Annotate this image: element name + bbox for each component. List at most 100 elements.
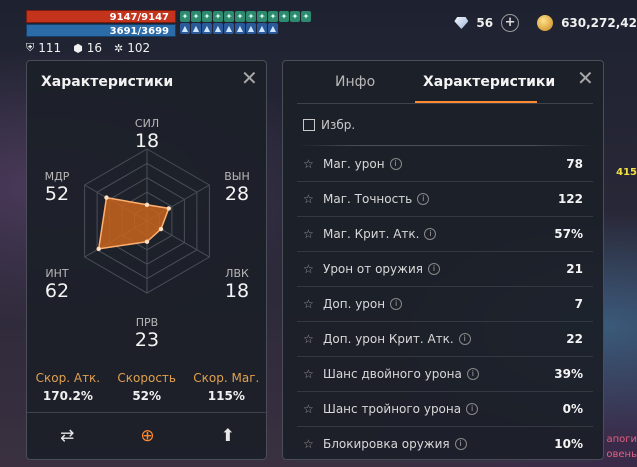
star-icon[interactable]: ☆ — [303, 297, 321, 311]
buff-icon[interactable]: ▲ — [224, 23, 234, 34]
close-icon[interactable]: ✕ — [241, 68, 258, 88]
star-icon[interactable]: ☆ — [303, 157, 321, 171]
buff-icon[interactable]: ▲ — [246, 23, 256, 34]
star-icon[interactable]: ☆ — [303, 227, 321, 241]
stat-value: 22 — [566, 332, 583, 346]
stat-value: 78 — [566, 157, 583, 171]
radar-point — [144, 239, 150, 244]
stat-name: Урон от оружия — [323, 262, 423, 276]
stat-row[interactable]: ☆ Шанс тройного урона i 0% — [297, 392, 593, 427]
stat-list: ☆ Маг. урон i 78 ☆ Маг. Точность i 122 ☆ Маг. Кри… — [297, 147, 593, 462]
info-icon[interactable]: i — [466, 403, 479, 415]
buff-icon[interactable]: ✦ — [191, 11, 201, 22]
star-icon[interactable]: ☆ — [303, 332, 321, 346]
gem-count: 56 — [476, 16, 494, 30]
gem-icon — [454, 17, 469, 29]
radar-point — [104, 195, 109, 200]
stat-name: Шанс двойного урона — [323, 367, 462, 381]
buff-icon[interactable]: ✦ — [202, 11, 212, 22]
info-icon[interactable]: i — [427, 263, 440, 275]
stat-row[interactable]: ☆ Шанс двойного урона i 39% — [297, 357, 593, 392]
buff-icon[interactable]: ▲ — [235, 23, 245, 34]
rank-stat: ⬢ 16 — [73, 41, 103, 55]
badge-icon: ⬢ — [73, 41, 83, 55]
stat-name: Шанс тройного урона — [323, 402, 462, 416]
panel-actions: ⇄ ⊕ ⬆ — [27, 412, 268, 459]
hud-stats: ⛨ 111 ⬢ 16 ✲ 102 — [26, 41, 150, 55]
star-icon[interactable]: ☆ — [303, 262, 321, 276]
buff-icon[interactable]: ▲ — [202, 23, 212, 34]
buff-icon[interactable]: ▲ — [257, 23, 267, 34]
stat-row[interactable]: ☆ Маг. урон i 78 — [297, 147, 593, 182]
buff-icon[interactable]: ✦ — [279, 11, 289, 22]
stat-label-per: ПРВ — [135, 316, 159, 329]
close-icon[interactable]: ✕ — [577, 68, 594, 88]
stat-name: Маг. Крит. Атк. — [323, 227, 420, 241]
buff-icon[interactable]: ▲ — [268, 23, 278, 34]
stat-row[interactable]: ☆ Маг. Точность i 122 — [297, 182, 593, 217]
stat-value-dex: 18 — [224, 280, 250, 302]
speed-stats: Скор. Атк. 170.2% Скорость 52% Скор. Маг… — [27, 371, 268, 403]
details-panel: Инфо Характеристики ✕ Избр. ☆ Маг. урон i 7… — [282, 60, 604, 462]
info-icon[interactable]: i — [389, 158, 402, 170]
stat-row[interactable]: ☆ Доп. урон Крит. Атк. i 22 — [297, 322, 593, 357]
defense-stat: ⛨ 111 — [26, 41, 62, 55]
world-chat-text: овень — [606, 449, 637, 460]
gold-count: 630,272,42 — [561, 16, 637, 30]
buff-icon[interactable]: ✦ — [257, 11, 267, 22]
stat-name: Блокировка оружия — [323, 437, 450, 451]
info-icon[interactable]: i — [458, 333, 471, 345]
buff-icon[interactable]: ✦ — [290, 11, 300, 22]
add-gems-button[interactable]: + — [501, 14, 520, 32]
mp-bar: 3691/3699 — [26, 24, 176, 37]
buff-icon[interactable]: ✦ — [213, 11, 223, 22]
currency-bar: 56 + 630,272,42 — [454, 14, 637, 32]
stat-row[interactable]: ☆ Маг. Крит. Атк. i 57% — [297, 217, 593, 252]
stat-name: Маг. урон — [323, 157, 385, 171]
stat-row[interactable]: ☆ Урон от оружия i 21 — [297, 252, 593, 287]
buff-icon[interactable]: ▲ — [191, 23, 201, 34]
buff-icon[interactable]: ▲ — [213, 23, 223, 34]
world-number-text: 415 — [616, 167, 637, 178]
gear-icon: ✲ — [114, 41, 124, 55]
gear-stat: ✲ 102 — [114, 41, 151, 55]
move-speed: Скорость 52% — [117, 371, 176, 403]
info-icon[interactable]: i — [454, 438, 467, 450]
stat-value-vit: 28 — [224, 183, 250, 205]
stat-row[interactable]: ☆ Доп. урон i 7 — [297, 287, 593, 322]
hp-bar: 9147/9147 — [26, 10, 176, 23]
stat-value-wis: 52 — [44, 183, 70, 205]
buff-icon[interactable]: ✦ — [301, 11, 311, 22]
buff-icon[interactable]: ✦ — [268, 11, 278, 22]
buff-icon[interactable]: ✦ — [246, 11, 256, 22]
shield-icon: ⛨ — [26, 41, 35, 54]
favorites-toggle[interactable]: Избр. — [303, 118, 355, 132]
cast-speed: Скор. Маг. 115% — [193, 371, 260, 403]
star-icon[interactable]: ☆ — [303, 192, 321, 206]
info-icon[interactable]: i — [390, 298, 403, 310]
buff-icon[interactable]: ▲ — [180, 23, 190, 34]
star-icon[interactable]: ☆ — [303, 402, 321, 416]
stat-name: Доп. урон Крит. Атк. — [323, 332, 454, 346]
tab-info[interactable]: Инфо — [335, 74, 375, 90]
panel-title: Характеристики — [41, 74, 174, 90]
info-icon[interactable]: i — [417, 193, 430, 205]
star-icon[interactable]: ☆ — [303, 437, 321, 451]
buff-icon[interactable]: ✦ — [180, 11, 190, 22]
stat-row[interactable]: ☆ Блокировка оружия i 10% — [297, 427, 593, 462]
buff-icon[interactable]: ✦ — [224, 11, 234, 22]
star-icon[interactable]: ☆ — [303, 367, 321, 381]
zoom-in-icon[interactable]: ⊕ — [107, 413, 187, 459]
checkbox[interactable] — [303, 119, 315, 131]
info-icon[interactable]: i — [424, 228, 437, 240]
tab-attributes[interactable]: Характеристики — [423, 74, 555, 90]
upgrade-arrow-icon[interactable]: ⬆ — [188, 413, 268, 459]
stat-value: 39% — [554, 367, 583, 381]
radar-point — [158, 226, 164, 232]
stat-value: 122 — [557, 192, 583, 206]
swap-icon[interactable]: ⇄ — [27, 413, 107, 459]
info-icon[interactable]: i — [466, 368, 479, 380]
radar-point — [166, 206, 171, 211]
buff-icon[interactable]: ✦ — [235, 11, 245, 22]
stat-label-vit: ВЫН — [224, 170, 250, 183]
